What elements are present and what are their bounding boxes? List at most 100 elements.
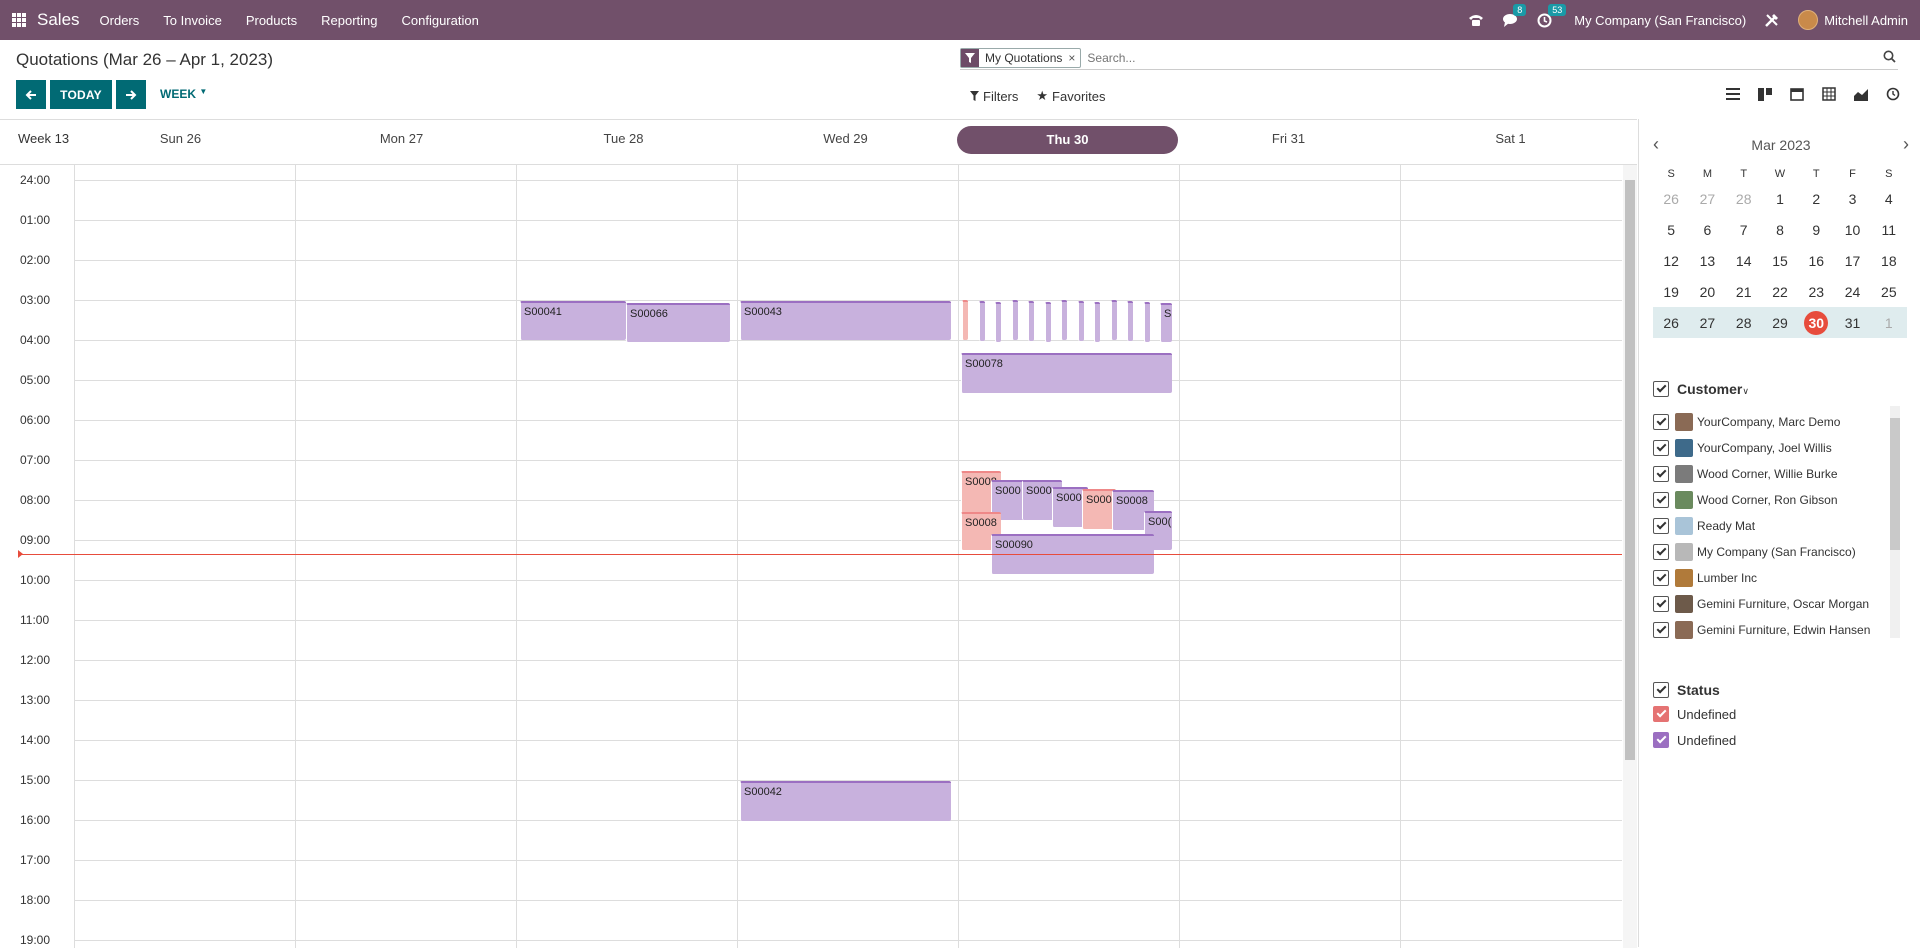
customer-filter-all-checkbox[interactable] [1653,381,1669,397]
status-checkbox[interactable] [1653,732,1669,748]
mini-day[interactable]: 8 [1762,222,1798,238]
customer-checkbox[interactable] [1653,622,1669,638]
customer-filter-item[interactable]: Wood Corner, Willie Burke [1653,461,1909,487]
customer-filter-item[interactable]: Nos Social Benefits [1653,643,1909,647]
mini-day[interactable]: 5 [1653,222,1689,238]
user-menu[interactable]: Mitchell Admin [1824,13,1908,28]
customer-checkbox[interactable] [1653,544,1669,560]
status-filter-all-checkbox[interactable] [1653,682,1669,698]
mini-day[interactable]: 25 [1871,284,1907,300]
mini-day[interactable]: 19 [1653,284,1689,300]
mini-day[interactable]: 26 [1653,191,1689,207]
mini-day[interactable]: 28 [1726,315,1762,331]
list-view-icon[interactable] [1724,86,1742,102]
mini-day[interactable]: 22 [1762,284,1798,300]
customer-list-scrollbar[interactable] [1890,406,1900,638]
customer-checkbox[interactable] [1653,440,1669,456]
filters-toggle[interactable]: Filters [970,88,1018,104]
customer-filter-item[interactable]: Wood Corner, Ron Gibson [1653,487,1909,513]
mini-day[interactable]: 7 [1726,222,1762,238]
mini-day[interactable]: 10 [1834,222,1870,238]
calendar-event[interactable] [1028,301,1034,341]
previous-month-icon[interactable]: ‹ [1653,134,1659,155]
messages-icon[interactable]: 8 [1502,3,1527,28]
time-grid[interactable]: S00041 S00066 S00043 S S00078 S0008 S000… [0,165,1637,948]
phone-icon[interactable] [1468,13,1484,27]
calendar-event[interactable] [1110,300,1117,340]
mini-day[interactable]: 13 [1689,253,1725,269]
calendar-event[interactable]: S00066 [626,303,730,342]
customer-filter-header[interactable]: Customer ∨ [1653,381,1749,397]
mini-day[interactable]: 1 [1871,315,1907,331]
mini-day[interactable]: 31 [1834,315,1870,331]
menu-to-invoice[interactable]: To Invoice [163,13,222,28]
calendar-event[interactable] [962,300,968,340]
customer-filter-item[interactable]: Gemini Furniture, Oscar Morgan [1653,591,1909,617]
calendar-event[interactable] [1077,301,1084,341]
mini-day[interactable]: 28 [1726,191,1762,207]
calendar-event[interactable] [1127,301,1133,341]
calendar-event[interactable] [978,301,985,341]
activity-view-icon[interactable] [1884,86,1902,102]
day-header-fri[interactable]: Fri 31 [1178,131,1399,146]
mini-day[interactable]: 2 [1798,191,1834,207]
customer-checkbox[interactable] [1653,492,1669,508]
calendar-event[interactable] [1044,302,1051,342]
mini-day[interactable]: 26 [1653,315,1689,331]
today-button[interactable]: TODAY [50,80,112,109]
status-checkbox[interactable] [1653,706,1669,722]
company-switcher[interactable]: My Company (San Francisco) [1574,13,1746,28]
mini-day[interactable]: 17 [1834,253,1870,269]
customer-filter-item[interactable]: Lumber Inc [1653,565,1909,591]
status-filter-item[interactable]: Undefined [1653,706,1736,722]
mini-day[interactable]: 18 [1871,253,1907,269]
chevron-down-icon[interactable]: ∨ [1742,386,1749,397]
favorites-toggle[interactable]: ★ Favorites [1036,88,1105,104]
apps-menu-icon[interactable] [12,13,26,27]
customer-checkbox[interactable] [1653,466,1669,482]
graph-view-icon[interactable] [1852,86,1870,102]
mini-day[interactable]: 11 [1871,222,1907,238]
app-brand[interactable]: Sales [37,10,80,30]
status-filter-item[interactable]: Undefined [1653,732,1736,748]
mini-day[interactable]: 4 [1871,191,1907,207]
calendar-event[interactable] [1143,302,1150,342]
mini-day[interactable]: 15 [1762,253,1798,269]
pivot-view-icon[interactable] [1820,86,1838,102]
mini-day[interactable]: 20 [1689,284,1725,300]
facet-remove-icon[interactable]: × [1068,51,1080,65]
scale-dropdown[interactable]: WEEK ▼ [160,87,207,101]
mini-day[interactable]: 16 [1798,253,1834,269]
calendar-scrollbar[interactable] [1625,180,1635,760]
mini-day[interactable]: 12 [1653,253,1689,269]
day-header-tue[interactable]: Tue 28 [513,131,734,146]
search-icon[interactable] [1883,50,1896,66]
mini-day[interactable]: 27 [1689,191,1725,207]
customer-filter-item[interactable]: YourCompany, Marc Demo [1653,409,1909,435]
customer-checkbox[interactable] [1653,570,1669,586]
mini-day[interactable]: 27 [1689,315,1725,331]
customer-filter-item[interactable]: Gemini Furniture, Edwin Hansen [1653,617,1909,643]
debug-tools-icon[interactable] [1764,12,1780,28]
customer-checkbox[interactable] [1653,414,1669,430]
menu-reporting[interactable]: Reporting [321,13,377,28]
customer-checkbox[interactable] [1653,518,1669,534]
mini-day[interactable]: 3 [1834,191,1870,207]
day-header-sat[interactable]: Sat 1 [1400,131,1621,146]
activities-icon[interactable]: 53 [1537,3,1567,28]
customer-filter-item[interactable]: My Company (San Francisco) [1653,539,1909,565]
mini-day[interactable]: 23 [1798,284,1834,300]
customer-filter-item[interactable]: Ready Mat [1653,513,1909,539]
calendar-view-icon[interactable] [1788,86,1806,102]
calendar-event[interactable] [1011,300,1018,340]
search-input[interactable] [1087,50,1788,65]
menu-orders[interactable]: Orders [100,13,140,28]
mini-day-today[interactable]: 30 [1798,310,1834,335]
mini-day[interactable]: 21 [1726,284,1762,300]
calendar-event[interactable]: S000 [1082,489,1116,529]
calendar-event[interactable]: S00043 [740,301,951,340]
next-period-button[interactable] [116,80,146,109]
previous-period-button[interactable] [16,80,46,109]
calendar-event[interactable]: S00078 [961,353,1172,393]
menu-products[interactable]: Products [246,13,297,28]
